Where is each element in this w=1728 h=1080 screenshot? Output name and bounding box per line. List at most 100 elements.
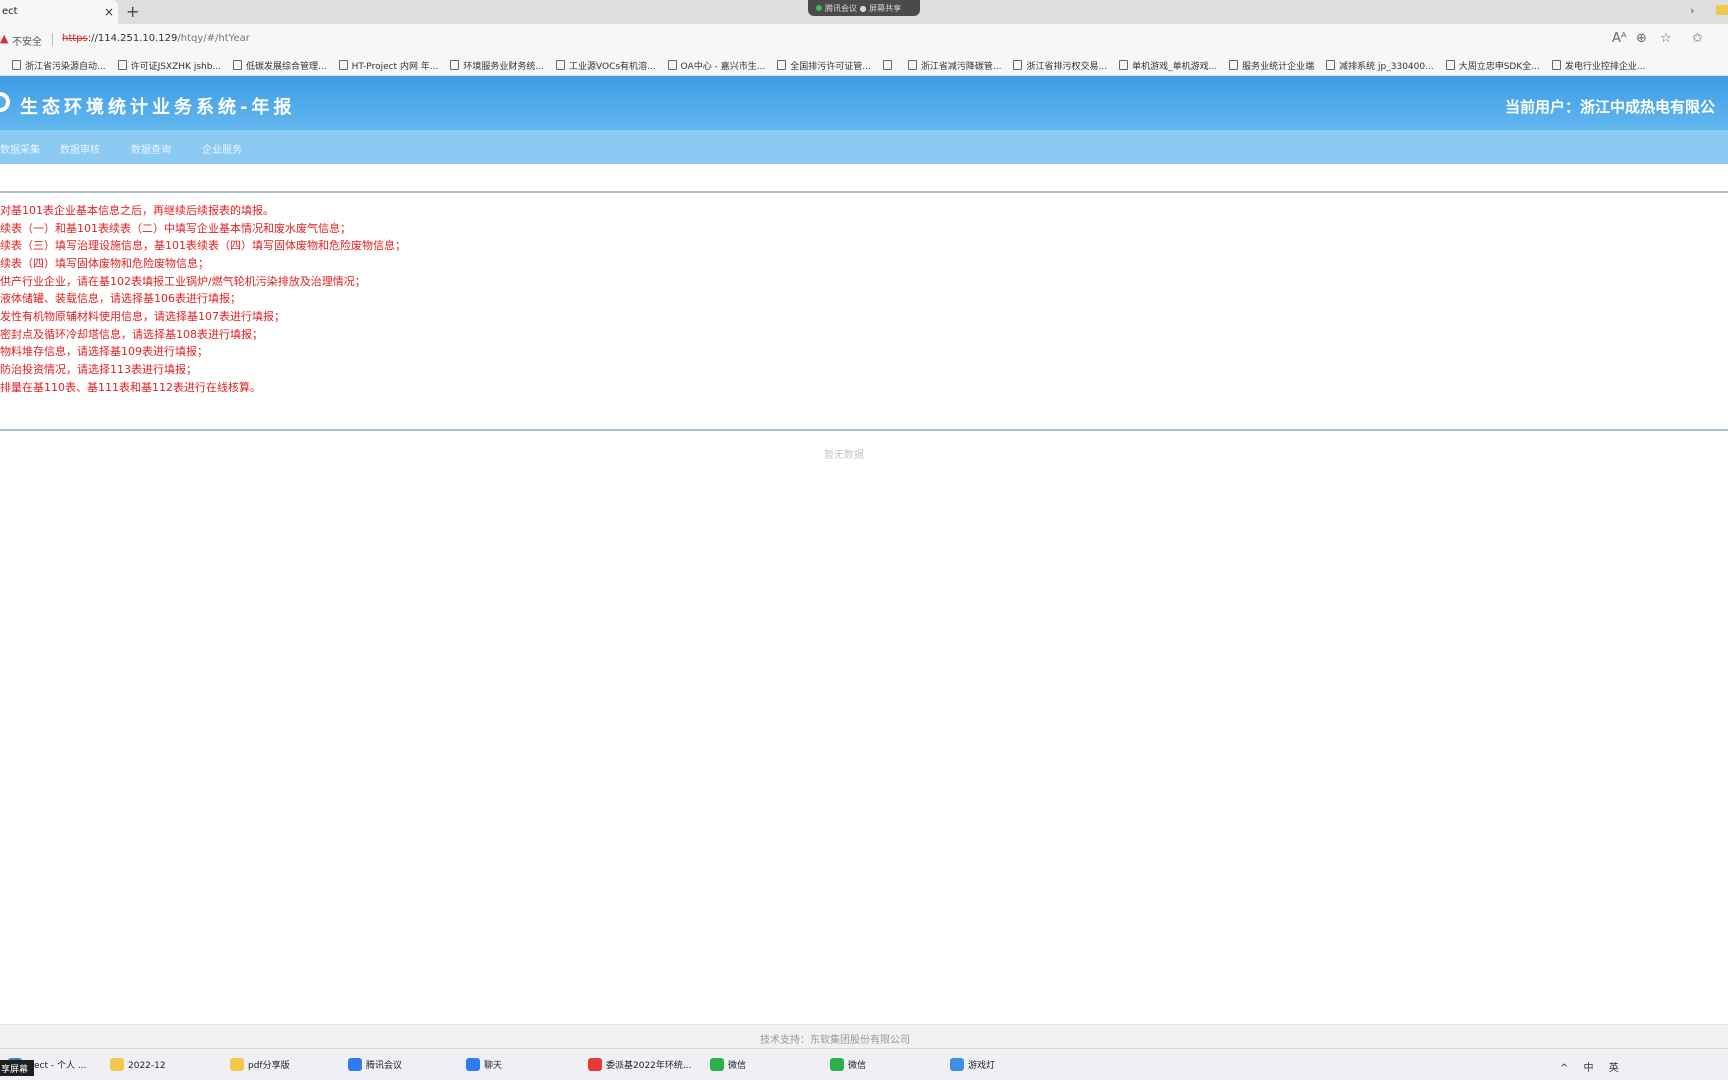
notice-line: 防治投资情况，请选择113表进行填报； bbox=[0, 363, 197, 376]
bookmark-page-icon bbox=[1119, 60, 1129, 70]
url-host: ://114.251.10.129 bbox=[87, 33, 178, 44]
collections-icon[interactable]: ✩ bbox=[1692, 31, 1703, 46]
app-icon bbox=[950, 1058, 964, 1071]
insecure-label[interactable]: 不安全 bbox=[12, 33, 42, 48]
bookmark-item[interactable]: 浙江省排污权交易... bbox=[1013, 56, 1108, 75]
system-tray[interactable]: ^ 中 英 bbox=[1560, 1059, 1625, 1074]
screen-share-badge: 享屏幕 bbox=[0, 1060, 34, 1076]
notice-line: 续表（四）填写固体废物和危险废物信息； bbox=[0, 257, 209, 270]
close-tab-icon[interactable]: × bbox=[104, 5, 114, 19]
browser-tab-strip: ect × + 腾讯会议 ● 屏幕共享 bbox=[0, 0, 1728, 24]
notice-panel: 对基101表企业基本信息之后，再继续后续报表的填报。 续表（一）和基101表续表… bbox=[0, 191, 1728, 431]
bookmark-page-icon bbox=[882, 60, 892, 70]
bookmarks-more-icon[interactable]: › bbox=[1690, 4, 1694, 17]
bookmark-page-icon bbox=[1445, 60, 1455, 70]
taskbar-item[interactable]: 2022-12 bbox=[110, 1058, 166, 1071]
notice-line: 密封点及循环冷却塔信息，请选择基108表进行填报； bbox=[0, 328, 263, 341]
bookmark-page-icon bbox=[117, 60, 127, 70]
bookmark-item[interactable]: 全国排污许可证管... bbox=[777, 56, 871, 75]
warning-icon: ▲ bbox=[0, 32, 9, 45]
bookmarks-bar: 浙江省污染源自动... 许可证JSXZHK jshb... 低碳发展综合管理... H… bbox=[0, 54, 1728, 76]
zoom-icon[interactable]: ⊕ bbox=[1636, 31, 1647, 46]
bookmark-label: 大周立忠申SDK全... bbox=[1458, 62, 1540, 72]
notice-line: 供产行业企业，请在基102表填报工业锅炉/燃气轮机污染排放及治理情况； bbox=[0, 275, 366, 288]
url-field[interactable]: https://114.251.10.129/htqy/#/htYear bbox=[62, 33, 250, 44]
bookmark-page-icon bbox=[556, 60, 565, 70]
taskbar-item[interactable]: 微信 bbox=[830, 1058, 866, 1071]
nav-item-enterprise-service[interactable]: 企业服务 bbox=[202, 141, 242, 156]
notice-line: 发性有机物原辅材料使用信息，请选择基107表进行填报； bbox=[0, 310, 285, 323]
bookmark-label: 环境服务业财务统... bbox=[463, 62, 544, 72]
taskbar-item-label: 微信 bbox=[848, 1061, 867, 1071]
bookmark-label: 减排系统 jp_330400... bbox=[1339, 62, 1434, 72]
app-header: 生态环境统计业务系统-年报 当前用户：浙江中成热电有限公 bbox=[0, 76, 1728, 130]
bookmark-item[interactable]: 环境服务业财务统... bbox=[450, 56, 544, 75]
bookmark-page-icon bbox=[777, 60, 787, 70]
notice-line: 续表（一）和基101表续表（二）中填写企业基本情况和废水废气信息； bbox=[0, 222, 351, 235]
bookmark-label: OA中心 - 嘉兴市生... bbox=[680, 62, 766, 72]
taskbar-item-label: 微信 bbox=[728, 1061, 747, 1071]
bookmark-item[interactable] bbox=[882, 56, 896, 75]
taskbar-item[interactable]: 微信 bbox=[710, 1058, 746, 1071]
main-nav: 数据采集 数据审核 数据查询 企业服务 bbox=[0, 130, 1728, 164]
bookmark-item[interactable]: 工业源VOCs有机溶... bbox=[556, 56, 656, 75]
nav-item-data-collection[interactable]: 数据采集 bbox=[0, 141, 40, 156]
bookmark-item[interactable]: 浙江省减污降碳管... bbox=[907, 56, 1002, 75]
app-logo-icon bbox=[0, 92, 10, 112]
bookmark-page-icon bbox=[338, 60, 348, 70]
empty-placeholder: 暂无数据 bbox=[824, 450, 864, 461]
bookmark-item[interactable]: OA中心 - 嘉兴市生... bbox=[667, 56, 766, 75]
taskbar-item-label: pdf分享版 bbox=[248, 1061, 290, 1071]
recording-dot-icon bbox=[816, 5, 822, 11]
bookmark-item[interactable]: 许可证JSXZHK jshb... bbox=[117, 56, 222, 75]
bookmark-item[interactable]: 减排系统 jp_330400... bbox=[1326, 56, 1434, 75]
taskbar-item[interactable]: 游戏灯 bbox=[950, 1058, 995, 1071]
notice-line: 物料堆存信息，请选择基109表进行填报； bbox=[0, 345, 208, 358]
bookmark-label: 浙江省排污权交易... bbox=[1026, 62, 1108, 72]
bookmark-label: 许可证JSXZHK jshb... bbox=[130, 62, 222, 72]
nav-item-data-review[interactable]: 数据审核 bbox=[60, 141, 100, 156]
bookmark-page-icon bbox=[233, 60, 243, 70]
bookmark-page-icon bbox=[1229, 60, 1239, 70]
bookmark-item[interactable]: 服务业统计企业端 bbox=[1229, 56, 1315, 75]
bookmark-page-icon bbox=[1013, 60, 1023, 70]
taskbar-item[interactable]: pdf分享版 bbox=[230, 1058, 290, 1071]
app-icon bbox=[588, 1058, 602, 1071]
url-path: /htqy/#/htYear bbox=[177, 33, 250, 44]
taskbar-item[interactable]: 腾讯会议 bbox=[348, 1058, 402, 1071]
nav-item-data-query[interactable]: 数据查询 bbox=[131, 141, 171, 156]
bookmark-label: 浙江省污染源自动... bbox=[25, 62, 106, 72]
bookmark-page-icon bbox=[450, 60, 460, 70]
address-separator bbox=[52, 33, 53, 46]
meeting-indicator[interactable]: 腾讯会议 ● 屏幕共享 bbox=[808, 0, 920, 16]
bookmark-label: 服务业统计企业端 bbox=[1242, 62, 1315, 72]
app-icon bbox=[348, 1058, 362, 1071]
app-icon bbox=[710, 1058, 724, 1071]
bookmark-item[interactable]: 浙江省污染源自动... bbox=[12, 56, 106, 75]
folder-icon[interactable] bbox=[1716, 5, 1728, 15]
new-tab-button[interactable]: + bbox=[126, 2, 139, 21]
bookmark-item[interactable]: 大周立忠申SDK全... bbox=[1445, 56, 1540, 75]
app-icon bbox=[110, 1058, 124, 1071]
bookmark-label: 浙江省减污降碳管... bbox=[920, 62, 1002, 72]
bookmark-label: 全国排污许可证管... bbox=[790, 62, 871, 72]
bookmark-item[interactable]: 低碳发展综合管理... bbox=[233, 56, 327, 75]
footer-text: 技术支持：东软集团股份有限公司 bbox=[760, 1035, 910, 1046]
bookmark-item[interactable]: 单机游戏_单机游戏... bbox=[1119, 56, 1217, 75]
taskbar-item-label: 2022-12 bbox=[128, 1061, 166, 1071]
browser-tab[interactable]: ect × bbox=[0, 0, 118, 24]
page-footer: 技术支持：东软集团股份有限公司 bbox=[0, 1024, 1728, 1048]
taskbar-item-label: 腾讯会议 bbox=[366, 1061, 403, 1071]
bookmark-item[interactable]: HT-Project 内网 年... bbox=[338, 56, 438, 75]
taskbar-item[interactable]: 委派基2022年环统... bbox=[588, 1058, 692, 1071]
taskbar-item[interactable]: 聊天 bbox=[466, 1058, 502, 1071]
notice-line: 续表（三）填写治理设施信息，基101表续表（四）填写固体废物和危险废物信息； bbox=[0, 239, 406, 252]
read-aloud-icon[interactable]: Aᴬ bbox=[1612, 31, 1627, 46]
bookmark-item[interactable]: 发电行业控排企业... bbox=[1551, 56, 1645, 75]
meeting-indicator-text: 腾讯会议 ● 屏幕共享 bbox=[825, 4, 902, 13]
bookmark-page-icon bbox=[667, 60, 677, 70]
tab-title: ect bbox=[2, 6, 18, 17]
bookmark-label: 低碳发展综合管理... bbox=[246, 62, 327, 72]
app-icon bbox=[830, 1058, 844, 1071]
favorite-icon[interactable]: ☆ bbox=[1660, 31, 1672, 46]
